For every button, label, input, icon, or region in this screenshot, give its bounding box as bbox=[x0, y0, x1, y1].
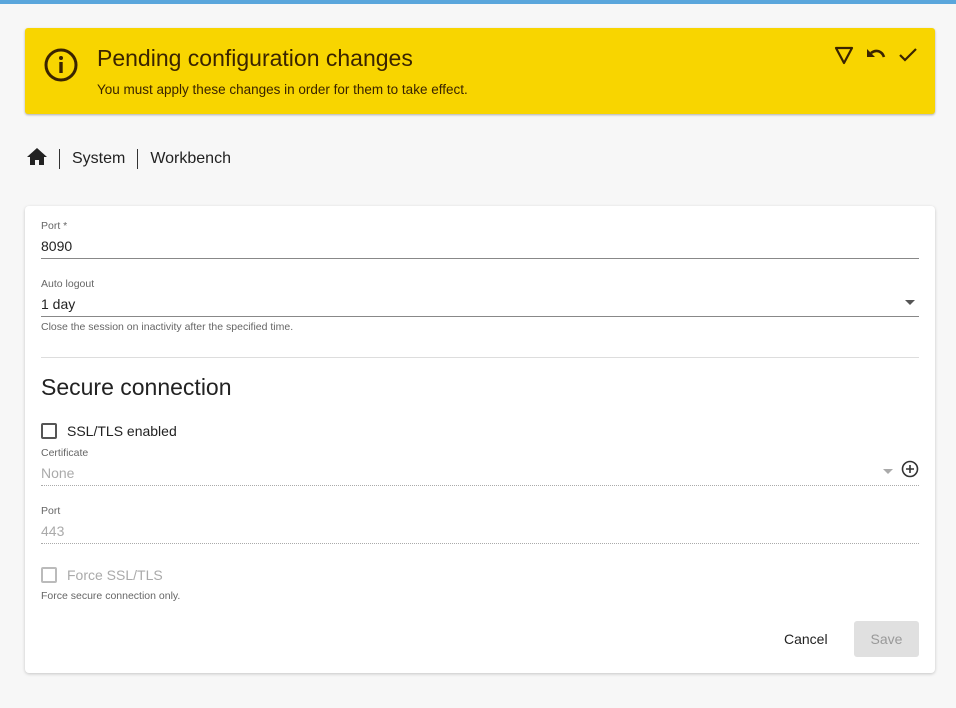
ssl-port-field: Port 443 bbox=[41, 505, 919, 544]
info-icon bbox=[43, 47, 79, 88]
breadcrumb: System Workbench bbox=[27, 147, 231, 170]
port-field[interactable]: Port * 8090 bbox=[41, 220, 919, 259]
breadcrumb-system[interactable]: System bbox=[72, 150, 125, 168]
certificate-label: Certificate bbox=[41, 447, 919, 459]
force-ssl-checkbox: Force SSL/TLS bbox=[41, 567, 163, 583]
banner-title: Pending configuration changes bbox=[97, 45, 413, 72]
certificate-select: Certificate None bbox=[41, 447, 919, 486]
auto-logout-select[interactable]: Auto logout 1 day Close the session on i… bbox=[41, 278, 919, 333]
port-label: Port * bbox=[41, 220, 919, 232]
cancel-button[interactable]: Cancel bbox=[768, 621, 844, 657]
top-accent-bar bbox=[0, 0, 956, 4]
banner-subtitle: You must apply these changes in order fo… bbox=[97, 82, 468, 97]
auto-logout-hint: Close the session on inactivity after th… bbox=[41, 321, 919, 333]
auto-logout-value[interactable]: 1 day bbox=[41, 296, 919, 316]
add-certificate-icon[interactable] bbox=[901, 460, 919, 483]
auto-logout-label: Auto logout bbox=[41, 278, 919, 290]
ssl-port-label: Port bbox=[41, 505, 919, 517]
undo-icon[interactable] bbox=[865, 44, 887, 66]
checkbox-icon[interactable] bbox=[41, 423, 57, 439]
certificate-value: None bbox=[41, 465, 919, 485]
ssl-enabled-label: SSL/TLS enabled bbox=[67, 423, 177, 439]
ssl-port-input: 443 bbox=[41, 523, 919, 543]
section-title: Secure connection bbox=[41, 374, 232, 401]
force-ssl-hint: Force secure connection only. bbox=[41, 590, 180, 602]
divider bbox=[41, 357, 919, 358]
dropdown-arrow-icon bbox=[883, 469, 893, 474]
apply-check-icon[interactable] bbox=[897, 44, 919, 66]
settings-card: Port * 8090 Auto logout 1 day Close the … bbox=[25, 206, 935, 673]
breadcrumb-workbench[interactable]: Workbench bbox=[150, 150, 231, 168]
home-icon[interactable] bbox=[27, 147, 47, 170]
save-button[interactable]: Save bbox=[854, 621, 919, 657]
pending-changes-banner: Pending configuration changes You must a… bbox=[25, 28, 935, 114]
ssl-enabled-checkbox[interactable]: SSL/TLS enabled bbox=[41, 423, 177, 439]
filter-icon[interactable] bbox=[833, 44, 855, 66]
checkbox-icon bbox=[41, 567, 57, 583]
port-input[interactable]: 8090 bbox=[41, 238, 919, 258]
force-ssl-label: Force SSL/TLS bbox=[67, 567, 163, 583]
dropdown-arrow-icon[interactable] bbox=[905, 300, 915, 305]
